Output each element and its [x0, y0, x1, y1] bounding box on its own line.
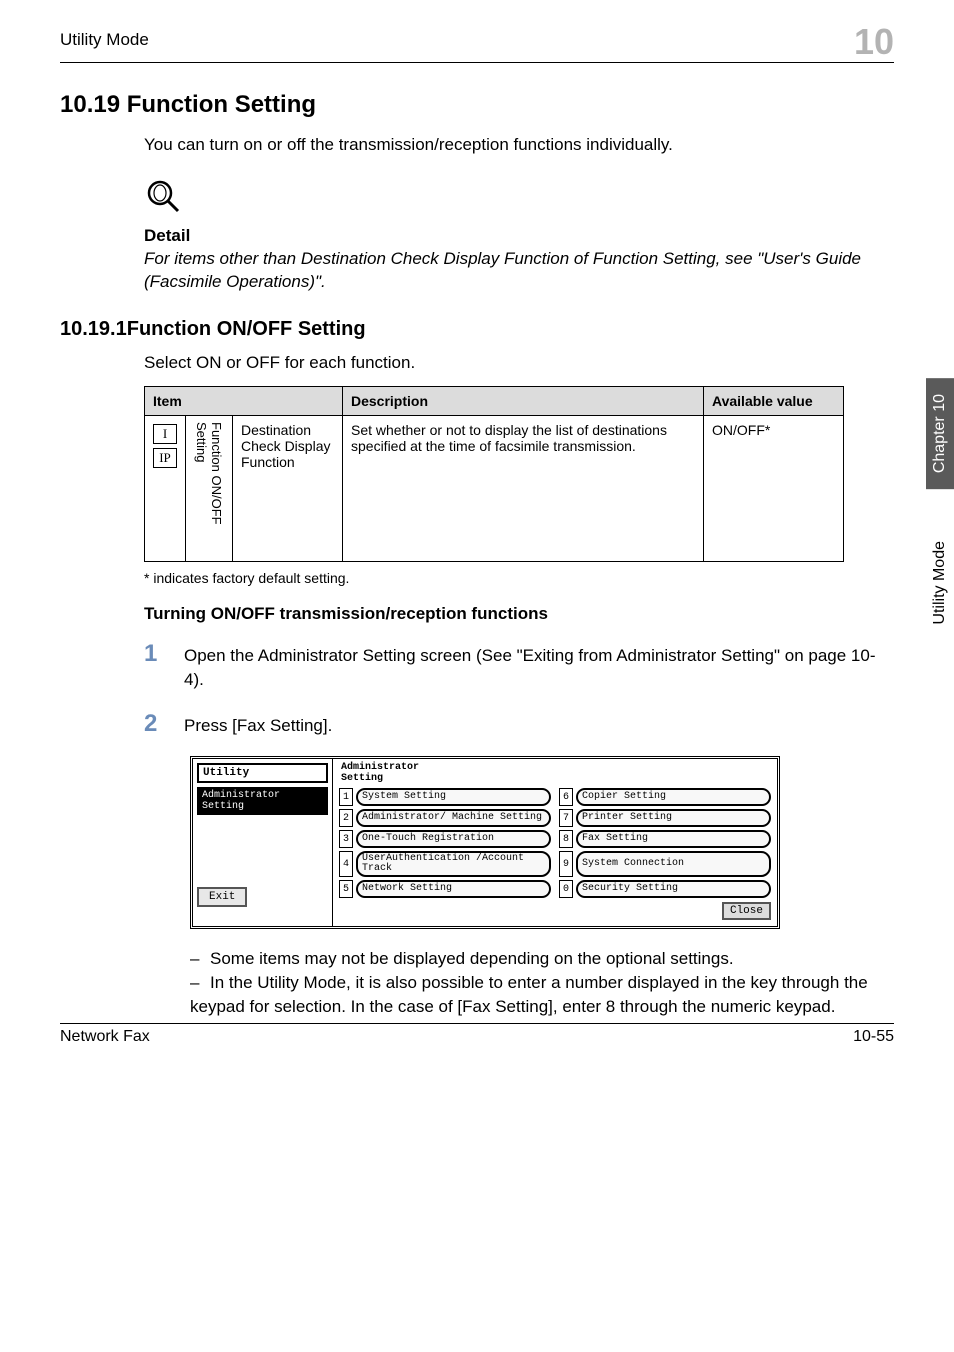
menu-admin-machine[interactable]: 2 Administrator/ Machine Setting: [339, 809, 551, 827]
step-2-num: 2: [144, 710, 184, 738]
side-tabs: Chapter 10 Utility Mode: [926, 378, 954, 643]
item-description: Set whether or not to display the list o…: [343, 416, 704, 562]
tab-chapter: Chapter 10: [926, 378, 954, 489]
screen-sidebar: Utility Administrator Setting Exit: [193, 759, 333, 926]
sidebar-utility-button[interactable]: Utility: [197, 763, 328, 783]
step-1-text: Open the Administrator Setting screen (S…: [184, 640, 894, 692]
notes-list: –Some items may not be displayed dependi…: [190, 947, 894, 1018]
menu-one-touch[interactable]: 3 One-Touch Registration: [339, 830, 551, 848]
step-2-text: Press [Fax Setting].: [184, 710, 332, 738]
section-title: 10.19 Function Setting: [60, 91, 894, 119]
chapter-number: 10: [854, 24, 894, 60]
header: Utility Mode 10: [60, 30, 894, 63]
th-description: Description: [343, 387, 704, 416]
note-2: In the Utility Mode, it is also possible…: [190, 973, 868, 1016]
item-ip-cell: I IP: [145, 416, 186, 562]
menu-system-setting[interactable]: 1 System Setting: [339, 788, 551, 806]
step-1-num: 1: [144, 640, 184, 668]
menu-system-connection[interactable]: 9 System Connection: [559, 851, 771, 877]
menu-security-setting[interactable]: 0 Security Setting: [559, 880, 771, 898]
item-label: Destination Check Display Function: [233, 416, 343, 562]
subsection-intro: Select ON or OFF for each function.: [144, 351, 894, 375]
step-2: 2 Press [Fax Setting].: [144, 710, 894, 738]
spec-table: Item Description Available value I IP Fu…: [144, 386, 894, 562]
subsection-title: 10.19.1Function ON/OFF Setting: [60, 318, 894, 341]
footer-left: Network Fax: [60, 1028, 150, 1046]
footer-right: 10-55: [853, 1028, 894, 1046]
menu-printer-setting[interactable]: 7 Printer Setting: [559, 809, 771, 827]
th-available: Available value: [704, 387, 844, 416]
exit-button[interactable]: Exit: [197, 887, 247, 907]
footer: Network Fax 10-55: [60, 1023, 894, 1046]
header-left: Utility Mode: [60, 30, 149, 50]
ip-box: IP: [153, 448, 177, 468]
item-available: ON/OFF*: [704, 416, 844, 562]
step-1: 1 Open the Administrator Setting screen …: [144, 640, 894, 692]
detail-block: Detail For items other than Destination …: [144, 177, 894, 294]
i-box: I: [153, 424, 177, 444]
vert-label-cell: Function ON/OFF Setting: [186, 416, 233, 562]
close-button[interactable]: Close: [722, 902, 771, 920]
screen-title: Administrator Setting: [339, 761, 771, 788]
device-screenshot: Utility Administrator Setting Exit Admin…: [190, 756, 894, 929]
tab-utility: Utility Mode: [926, 523, 954, 643]
note-1: Some items may not be displayed dependin…: [210, 949, 734, 968]
section-intro: You can turn on or off the transmission/…: [144, 133, 894, 157]
menu-copier-setting[interactable]: 6 Copier Setting: [559, 788, 771, 806]
menu-fax-setting[interactable]: 8 Fax Setting: [559, 830, 771, 848]
screen-main: Administrator Setting 1 System Setting 6…: [333, 759, 777, 926]
menu-network-setting[interactable]: 5 Network Setting: [339, 880, 551, 898]
magnifier-icon: [144, 177, 184, 217]
th-item: Item: [145, 387, 343, 416]
vert-label: Function ON/OFF Setting: [194, 422, 224, 552]
turning-heading: Turning ON/OFF transmission/reception fu…: [144, 604, 894, 624]
menu-user-auth[interactable]: 4 UserAuthentication /Account Track: [339, 851, 551, 877]
detail-text: For items other than Destination Check D…: [144, 248, 894, 294]
detail-label: Detail: [144, 226, 894, 246]
asterisk-note: * indicates factory default setting.: [144, 570, 894, 586]
sidebar-admin-selected[interactable]: Administrator Setting: [197, 787, 328, 815]
